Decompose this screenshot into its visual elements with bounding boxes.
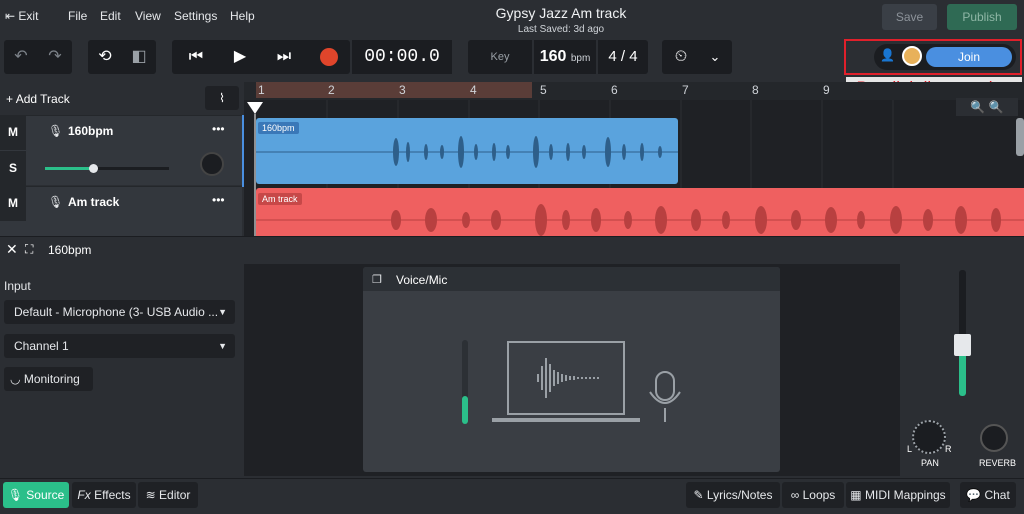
time-display: 00:00.0 [352, 40, 452, 74]
volume-fill [45, 167, 93, 170]
loops-icon: ∞ [790, 488, 800, 502]
pan-right-label: R [945, 444, 952, 454]
channel-select[interactable]: Channel 1 ▼ [4, 334, 235, 358]
expand-icon[interactable]: ⛶ [25, 242, 33, 257]
add-track-button[interactable]: + Add Track [6, 92, 70, 106]
metronome-icon[interactable]: ⏲ [664, 40, 698, 74]
loop-icon[interactable]: ⟲ [90, 40, 120, 74]
fx-icon: Fx [77, 488, 91, 502]
volume-fader-fill [959, 352, 966, 396]
publish-button[interactable]: Publish [947, 4, 1017, 30]
split-icon[interactable]: ◧ [124, 40, 154, 74]
chat-button[interactable]: 💬 Chat [960, 482, 1016, 508]
last-saved: Last Saved: 3d ago [517, 24, 605, 35]
redo-icon[interactable]: ↷ [40, 40, 70, 74]
join-button[interactable]: Join [926, 47, 1012, 67]
ruler-mark: 8 [752, 83, 759, 97]
chat-icon: 💬 [966, 488, 982, 502]
waveform [256, 136, 678, 168]
automation-icon[interactable]: ⌇ [205, 86, 239, 110]
chevron-down-icon[interactable]: ⌄ [698, 40, 732, 74]
editor-icon: ≋ [145, 488, 156, 502]
ruler-mark: 9 [823, 83, 830, 97]
track-name[interactable]: 160bpm [68, 124, 113, 138]
monitoring-icon: ◡ [10, 372, 21, 386]
play-icon[interactable]: ▶ [222, 40, 258, 74]
mic-icon: 🎙 [48, 124, 64, 138]
monitoring-button[interactable]: ◡ Monitoring [4, 367, 93, 391]
pan-left-label: L [907, 444, 913, 454]
input-level-fill [462, 396, 468, 424]
ruler-mark: 5 [540, 83, 547, 97]
mic-icon: 🎙 [48, 195, 64, 209]
mute-button[interactable]: M [0, 186, 26, 221]
tempo-unit: bpm [570, 53, 591, 64]
input-label: Input [4, 279, 31, 293]
track-menu-icon[interactable]: ••• [212, 122, 225, 136]
zoom-controls[interactable]: 🔍 🔍 [956, 98, 1018, 116]
ruler-mark: 4 [470, 83, 477, 97]
save-button[interactable]: Save [882, 4, 937, 30]
reverb-label: REVERB [979, 458, 1017, 468]
loop-region[interactable] [256, 82, 532, 98]
input-device-select[interactable]: Default - Microphone (3- USB Audio ... ▼ [4, 300, 235, 324]
source-tab[interactable]: 🎙 Source [3, 482, 69, 508]
pan-knob[interactable] [200, 152, 224, 176]
undo-icon[interactable]: ↶ [6, 40, 36, 74]
laptop-illustration [492, 341, 681, 422]
voice-mic-title: Voice/Mic [396, 273, 448, 287]
detail-header [0, 236, 1024, 264]
loops-button[interactable]: ∞ Loops [782, 482, 844, 508]
track-name[interactable]: Am track [68, 195, 119, 209]
mute-button[interactable]: M [0, 115, 26, 150]
editor-tab[interactable]: ≋ Editor [138, 482, 198, 508]
vertical-scrollbar[interactable] [1016, 118, 1024, 156]
detail-track-name: 160bpm [48, 243, 92, 257]
window-icon: ❐ [372, 274, 382, 286]
ruler-mark: 1 [258, 83, 265, 97]
dropdown-arrow-icon: ▼ [218, 307, 227, 317]
tempo-display[interactable]: 160 bpm [534, 40, 596, 74]
effects-tab[interactable]: Fx Effects [72, 482, 136, 508]
waveform [256, 204, 1024, 236]
midi-mappings-button[interactable]: ▦ MIDI Mappings [846, 482, 950, 508]
add-user-icon[interactable]: 👤 [880, 48, 895, 62]
record-button[interactable] [320, 48, 338, 66]
playhead[interactable] [246, 100, 264, 236]
pan-label: PAN [921, 458, 939, 468]
avatar [902, 46, 922, 66]
mic-icon: 🎙 [7, 488, 23, 502]
track-menu-icon[interactable]: ••• [212, 193, 225, 207]
skip-back-icon[interactable]: ⏮ [178, 40, 214, 74]
dropdown-arrow-icon: ▼ [218, 341, 227, 351]
solo-button[interactable]: S [0, 151, 26, 186]
ruler-mark: 3 [399, 83, 406, 97]
midi-icon: ▦ [850, 488, 862, 502]
time-signature[interactable]: 4 / 4 [598, 40, 648, 74]
ruler-mark: 2 [328, 83, 335, 97]
close-icon[interactable]: ✕ [6, 241, 18, 258]
ruler-mark: 6 [611, 83, 618, 97]
volume-handle[interactable] [89, 164, 98, 173]
lyrics-notes-button[interactable]: ✎ Lyrics/Notes [686, 482, 780, 508]
pan-knob[interactable] [912, 420, 946, 454]
skip-forward-icon[interactable]: ⏭ [266, 40, 302, 74]
key-selector[interactable]: Key [468, 40, 532, 74]
project-title: Gypsy Jazz Am track [495, 5, 627, 21]
volume-fader-handle[interactable] [954, 334, 971, 356]
pencil-icon: ✎ [693, 488, 704, 502]
ruler-mark: 7 [682, 83, 689, 97]
tempo-value: 160 [539, 48, 567, 65]
reverb-knob[interactable] [980, 424, 1008, 452]
